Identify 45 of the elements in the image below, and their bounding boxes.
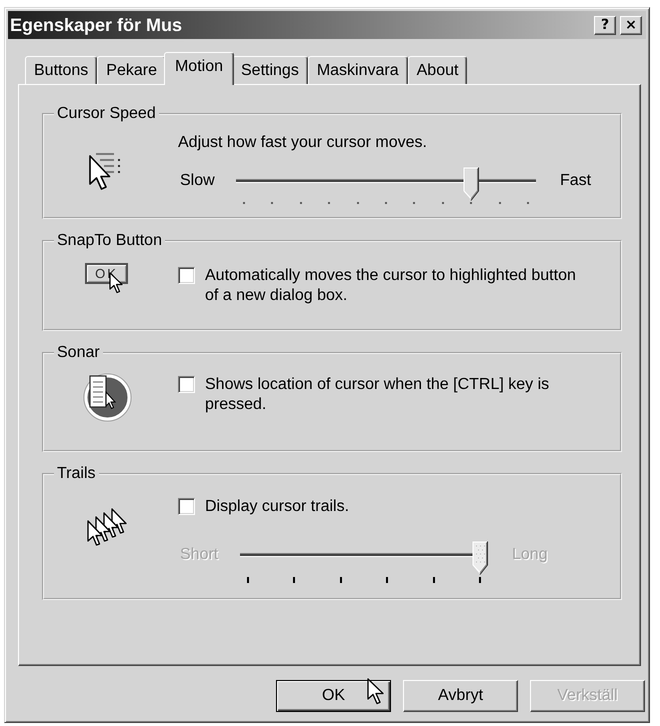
circle-cursor-icon	[82, 372, 132, 422]
tab[interactable]: Motion	[164, 52, 234, 85]
help-button[interactable]: ?	[594, 16, 616, 34]
cancel-button[interactable]: Avbryt	[403, 680, 518, 712]
checkbox-label[interactable]: Display cursor trails.	[205, 497, 350, 517]
tick-mark	[300, 202, 302, 204]
close-button[interactable]: ×	[620, 16, 642, 34]
group-title: Trails	[56, 465, 97, 483]
cursor-trail-icon	[87, 507, 127, 547]
tick-mark	[356, 202, 359, 204]
slider-min-label: Slow	[179, 171, 216, 191]
tick-mark	[413, 202, 416, 204]
ok-button[interactable]: OK	[276, 680, 391, 712]
tick-mark	[340, 577, 342, 583]
checkbox-label[interactable]: Shows location of cursor when the [CTRL] key is pressed.	[205, 375, 590, 415]
slider-max-label: Fast	[560, 171, 592, 191]
group-title: SnapTo Button	[56, 232, 163, 250]
tab[interactable]: Pekare	[97, 56, 166, 84]
checkbox-label[interactable]: Automatically moves the cursor to highlighted button of a new dialog box.	[205, 266, 590, 306]
tick-mark	[247, 577, 249, 583]
tick-mark	[386, 577, 388, 583]
description-text: Adjust how fast your cursor moves.	[178, 133, 428, 153]
mouse-pointer-icon	[367, 678, 384, 705]
slider-thumb[interactable]	[463, 167, 480, 201]
tick-mark	[526, 202, 529, 204]
tick-mark	[478, 577, 481, 583]
tick-mark	[271, 202, 274, 204]
tick-mark	[442, 202, 444, 204]
group-title: Sonar	[56, 344, 101, 362]
window-title: Egenskaper för Mus	[10, 14, 182, 36]
checkbox[interactable]	[178, 376, 195, 393]
tick-mark	[243, 202, 245, 204]
tick-mark	[432, 577, 435, 583]
checkbox[interactable]	[178, 498, 195, 515]
checkbox[interactable]	[178, 267, 195, 284]
tab[interactable]: About	[408, 56, 468, 84]
tab[interactable]: Settings	[232, 56, 308, 84]
tick-mark	[384, 202, 387, 204]
tick-mark	[498, 202, 501, 204]
tick-mark	[328, 202, 330, 204]
tick-mark	[293, 577, 296, 583]
tab[interactable]: Buttons	[25, 56, 98, 84]
tab[interactable]: Maskinvara	[308, 56, 408, 84]
group-title: Cursor Speed	[56, 105, 157, 123]
tick-mark	[470, 202, 472, 204]
